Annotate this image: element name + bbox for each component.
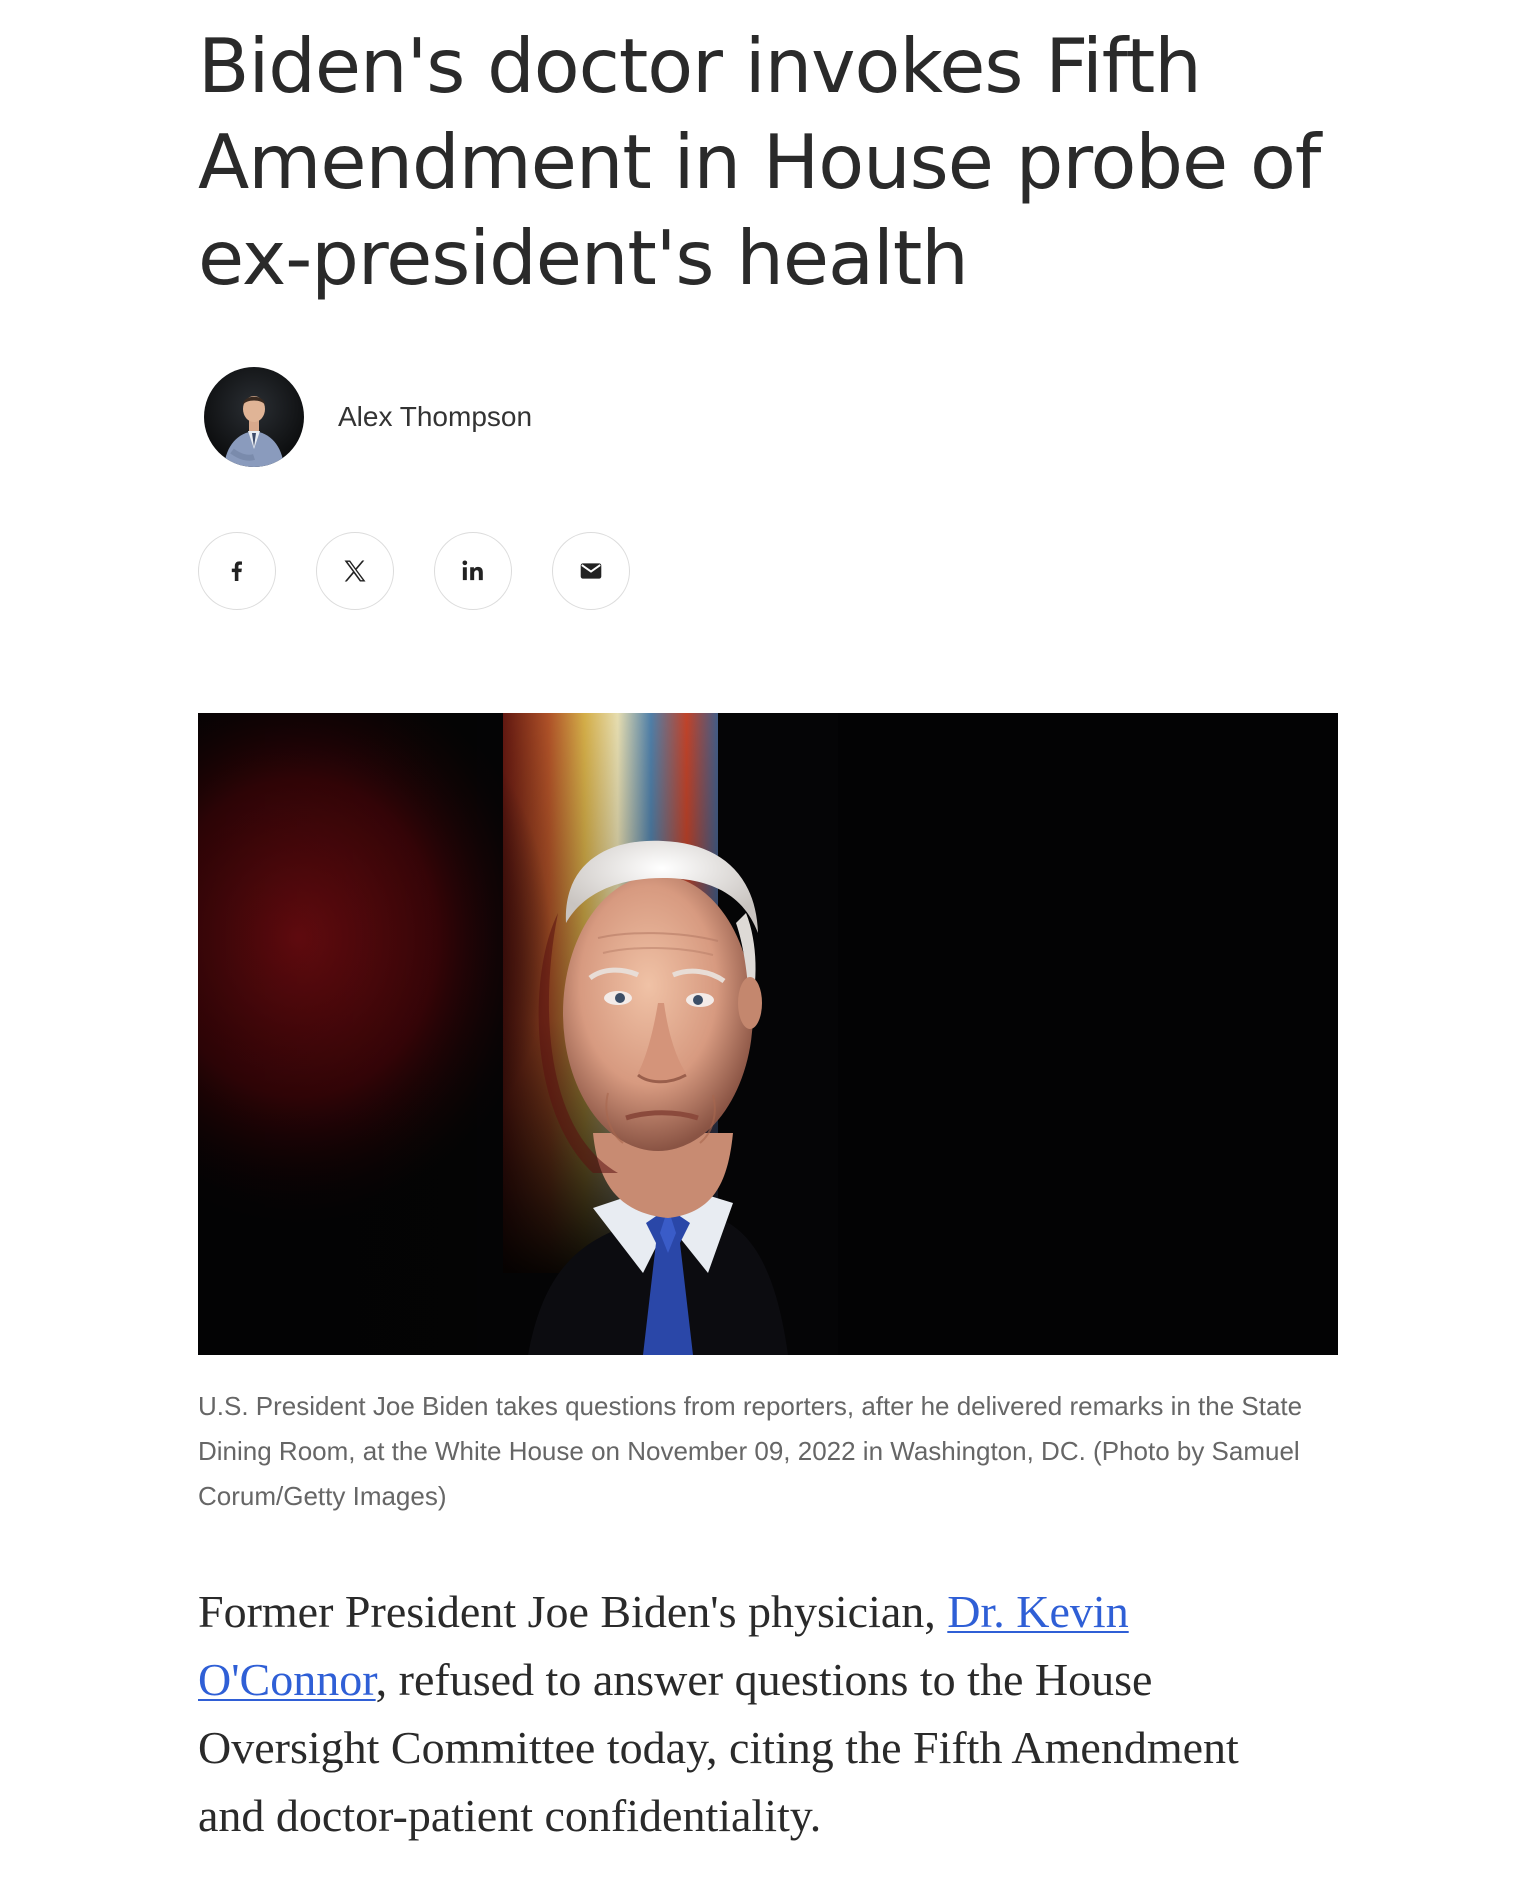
byline: Alex Thompson	[204, 366, 532, 468]
author-avatar[interactable]	[204, 367, 304, 467]
share-facebook-button[interactable]	[198, 532, 276, 610]
hero-image-caption: U.S. President Joe Biden takes questions…	[198, 1391, 1303, 1511]
author-name[interactable]: Alex Thompson	[338, 401, 532, 433]
share-bar	[198, 532, 630, 610]
x-icon	[341, 557, 369, 585]
article-body-paragraph: Former President Joe Biden's physician, …	[198, 1578, 1298, 1850]
share-x-button[interactable]	[316, 532, 394, 610]
body-text-intro: Former President Joe Biden's physician,	[198, 1586, 948, 1637]
linkedin-icon	[459, 557, 487, 585]
facebook-icon	[225, 559, 249, 583]
share-linkedin-button[interactable]	[434, 532, 512, 610]
share-email-button[interactable]	[552, 532, 630, 610]
hero-image	[198, 713, 1338, 1355]
article-headline: Biden's doctor invokes Fifth Amendment i…	[198, 22, 1321, 302]
email-icon	[578, 558, 604, 584]
